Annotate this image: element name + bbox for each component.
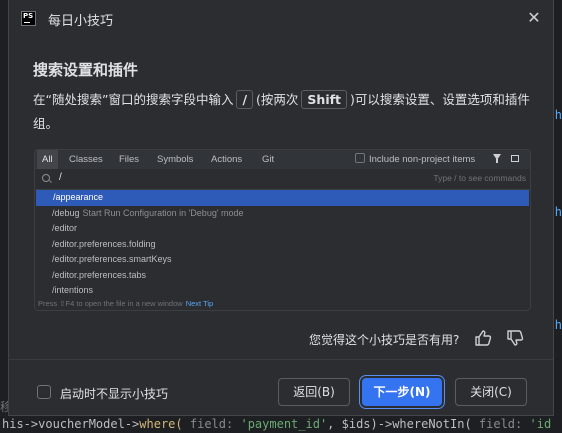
next-tip-button[interactable]: 下一步(N) (362, 378, 442, 406)
background-code-line: his->voucherModel->where( field: 'paymen… (0, 416, 562, 433)
preview-footer: Press ⇧F4 to open the file in a new wind… (35, 297, 530, 310)
footer-separator (9, 359, 553, 360)
tab-files: Files (119, 154, 140, 165)
filter-icon (493, 154, 501, 163)
editor-fragment: h (554, 108, 562, 122)
list-item: /appearance (36, 190, 529, 206)
dialog-titlebar: PS 每日小技巧 ✕ (9, 0, 553, 38)
tip-heading: 搜索设置和插件 (33, 61, 139, 79)
editor-fragment: h (554, 318, 562, 332)
tip-description: 在“随处搜索”窗口的搜索字段中输入 / (按两次 Shift)可以搜索设置、设置选项和… (33, 90, 530, 131)
tab-all: All (37, 150, 58, 169)
list-item: /editor (52, 223, 78, 233)
list-item: /editor.preferences.tabs (52, 269, 147, 280)
tab-classes: Classes (69, 154, 103, 165)
include-non-project-checkbox: Include non-project items (355, 150, 475, 169)
dont-show-on-startup-checkbox[interactable] (37, 385, 51, 399)
search-field-preview: / Type / to see commands (35, 169, 530, 190)
phpstorm-logo-icon: PS (21, 11, 36, 26)
tip-preview-image: All Classes Files Symbols Actions Git In… (34, 149, 531, 311)
editor-fragment: h (554, 205, 562, 219)
list-item: /editor.preferences.folding (52, 238, 156, 249)
key-shift: Shift (301, 90, 348, 109)
search-icon (42, 174, 50, 182)
tab-symbols: Symbols (157, 154, 194, 165)
search-everywhere-tabs: All Classes Files Symbols Actions Git In… (35, 150, 530, 169)
back-button[interactable]: 返回(B) (278, 378, 350, 406)
thumbs-down-icon[interactable] (505, 328, 525, 348)
close-button[interactable]: 关闭(C) (455, 378, 527, 406)
feedback-question: 您觉得这个小技巧是否有用? (309, 333, 460, 347)
thumbs-up-icon[interactable] (473, 328, 493, 348)
tip-of-the-day-dialog: PS 每日小技巧 ✕ 搜索设置和插件 在“随处搜索”窗口的搜索字段中输入 / (按两… (8, 0, 554, 416)
close-icon[interactable]: ✕ (525, 9, 543, 27)
list-item: /debug Start Run Configuration in 'Debug'… (52, 207, 244, 218)
list-item: /editor.preferences.smartKeys (52, 254, 172, 264)
dialog-title: 每日小技巧 (48, 14, 114, 29)
tab-git: Git (262, 154, 275, 165)
dont-show-on-startup-label[interactable]: 启动时不显示小技巧 (60, 385, 168, 402)
open-in-window-icon (511, 155, 519, 162)
key-slash: / (236, 90, 254, 109)
search-results-list: /appearance /debug Start Run Configuratio… (35, 190, 530, 299)
tab-actions: Actions (211, 154, 243, 165)
